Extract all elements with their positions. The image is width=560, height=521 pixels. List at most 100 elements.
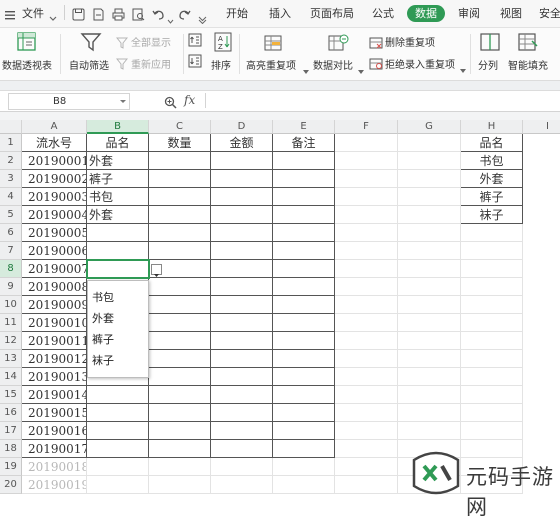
table-cell[interactable]: [461, 314, 523, 332]
table-cell[interactable]: [211, 386, 273, 404]
redo-icon[interactable]: [178, 6, 191, 20]
export-pdf-icon[interactable]: [92, 6, 105, 21]
print-preview-icon[interactable]: [132, 6, 145, 21]
column-header-g[interactable]: G: [398, 120, 461, 134]
tab-data[interactable]: 数据: [407, 5, 445, 22]
reapply-button[interactable]: 重新应用: [131, 56, 171, 71]
header-cell[interactable]: 品名: [87, 134, 149, 152]
table-cell[interactable]: [335, 422, 398, 440]
row-header[interactable]: 3: [0, 170, 22, 188]
table-cell[interactable]: 20190007: [22, 260, 87, 278]
table-cell[interactable]: [87, 458, 149, 476]
tab-view[interactable]: 视图: [500, 5, 522, 22]
table-cell[interactable]: [87, 422, 149, 440]
table-cell[interactable]: [149, 458, 211, 476]
table-cell[interactable]: [211, 440, 273, 458]
table-cell[interactable]: [211, 188, 273, 206]
table-cell[interactable]: [335, 404, 398, 422]
fx-icon[interactable]: fx: [184, 93, 195, 107]
smart-fill-button[interactable]: 智能填充: [508, 57, 548, 72]
row-header[interactable]: 12: [0, 332, 22, 350]
table-cell[interactable]: 20190002: [22, 170, 87, 188]
table-cell[interactable]: [398, 260, 461, 278]
table-cell[interactable]: [149, 278, 211, 296]
table-cell[interactable]: [398, 368, 461, 386]
table-cell[interactable]: [398, 224, 461, 242]
table-cell[interactable]: [461, 368, 523, 386]
table-cell[interactable]: 20190005: [22, 224, 87, 242]
header-cell[interactable]: 备注: [273, 134, 335, 152]
table-cell[interactable]: [273, 476, 335, 494]
table-cell[interactable]: [273, 458, 335, 476]
undo-menu-chevron-icon[interactable]: [167, 10, 174, 24]
table-cell[interactable]: [273, 278, 335, 296]
table-cell[interactable]: [398, 350, 461, 368]
table-cell[interactable]: [149, 386, 211, 404]
data-compare-icon[interactable]: [328, 34, 350, 52]
table-cell[interactable]: 20190006: [22, 242, 87, 260]
table-cell[interactable]: [273, 260, 335, 278]
table-cell[interactable]: [87, 440, 149, 458]
table-cell[interactable]: [335, 296, 398, 314]
header-cell[interactable]: 品名: [461, 134, 523, 152]
row-header[interactable]: 17: [0, 422, 22, 440]
table-cell[interactable]: [149, 350, 211, 368]
sort-button[interactable]: 排序: [211, 57, 231, 72]
table-cell[interactable]: 20190009: [22, 296, 87, 314]
table-cell[interactable]: [335, 350, 398, 368]
table-cell[interactable]: 书包: [87, 188, 149, 206]
pivot-table-button[interactable]: 数据透视表: [2, 57, 52, 72]
table-cell[interactable]: [273, 296, 335, 314]
column-header-f[interactable]: F: [335, 120, 398, 134]
row-header[interactable]: 4: [0, 188, 22, 206]
table-cell[interactable]: [211, 260, 273, 278]
table-cell[interactable]: [273, 350, 335, 368]
chevron-down-icon[interactable]: [358, 60, 364, 74]
table-cell[interactable]: [87, 224, 149, 242]
table-cell[interactable]: [211, 314, 273, 332]
table-cell[interactable]: [149, 440, 211, 458]
pivot-table-icon[interactable]: [16, 32, 38, 52]
chevron-down-icon[interactable]: [48, 9, 58, 21]
table-cell[interactable]: [398, 278, 461, 296]
name-box[interactable]: B8: [8, 93, 130, 110]
table-cell[interactable]: [211, 404, 273, 422]
dropdown-option[interactable]: 袜子: [88, 350, 148, 371]
column-header-e[interactable]: E: [273, 120, 335, 134]
header-cell[interactable]: 数量: [149, 134, 211, 152]
table-cell[interactable]: [211, 458, 273, 476]
table-cell[interactable]: [398, 296, 461, 314]
row-header[interactable]: 20: [0, 476, 22, 494]
table-cell[interactable]: [149, 224, 211, 242]
table-cell[interactable]: [398, 332, 461, 350]
active-cell[interactable]: [86, 259, 150, 279]
table-cell[interactable]: 20190001: [22, 152, 87, 170]
table-cell[interactable]: 20190017: [22, 440, 87, 458]
table-cell[interactable]: [211, 296, 273, 314]
table-cell[interactable]: [461, 332, 523, 350]
formula-input[interactable]: [205, 93, 560, 108]
row-header[interactable]: 14: [0, 368, 22, 386]
table-cell[interactable]: [335, 440, 398, 458]
table-cell[interactable]: [149, 422, 211, 440]
header-cell[interactable]: 金额: [211, 134, 273, 152]
table-cell[interactable]: 外套: [87, 206, 149, 224]
table-cell[interactable]: [398, 152, 461, 170]
column-header-b[interactable]: B: [87, 120, 149, 134]
table-cell[interactable]: [211, 170, 273, 188]
highlight-duplicates-icon[interactable]: [264, 34, 286, 52]
save-icon[interactable]: [72, 6, 85, 21]
chevron-down-icon[interactable]: [120, 94, 126, 109]
table-cell[interactable]: [211, 278, 273, 296]
table-cell[interactable]: [211, 206, 273, 224]
table-cell[interactable]: [461, 224, 523, 242]
table-cell[interactable]: [87, 386, 149, 404]
table-cell[interactable]: [273, 422, 335, 440]
table-cell[interactable]: [211, 332, 273, 350]
autofilter-button[interactable]: 自动筛选: [69, 57, 109, 72]
table-cell[interactable]: [273, 440, 335, 458]
table-cell[interactable]: [211, 476, 273, 494]
table-cell[interactable]: [461, 386, 523, 404]
filter-icon[interactable]: [80, 32, 102, 52]
row-header[interactable]: 7: [0, 242, 22, 260]
